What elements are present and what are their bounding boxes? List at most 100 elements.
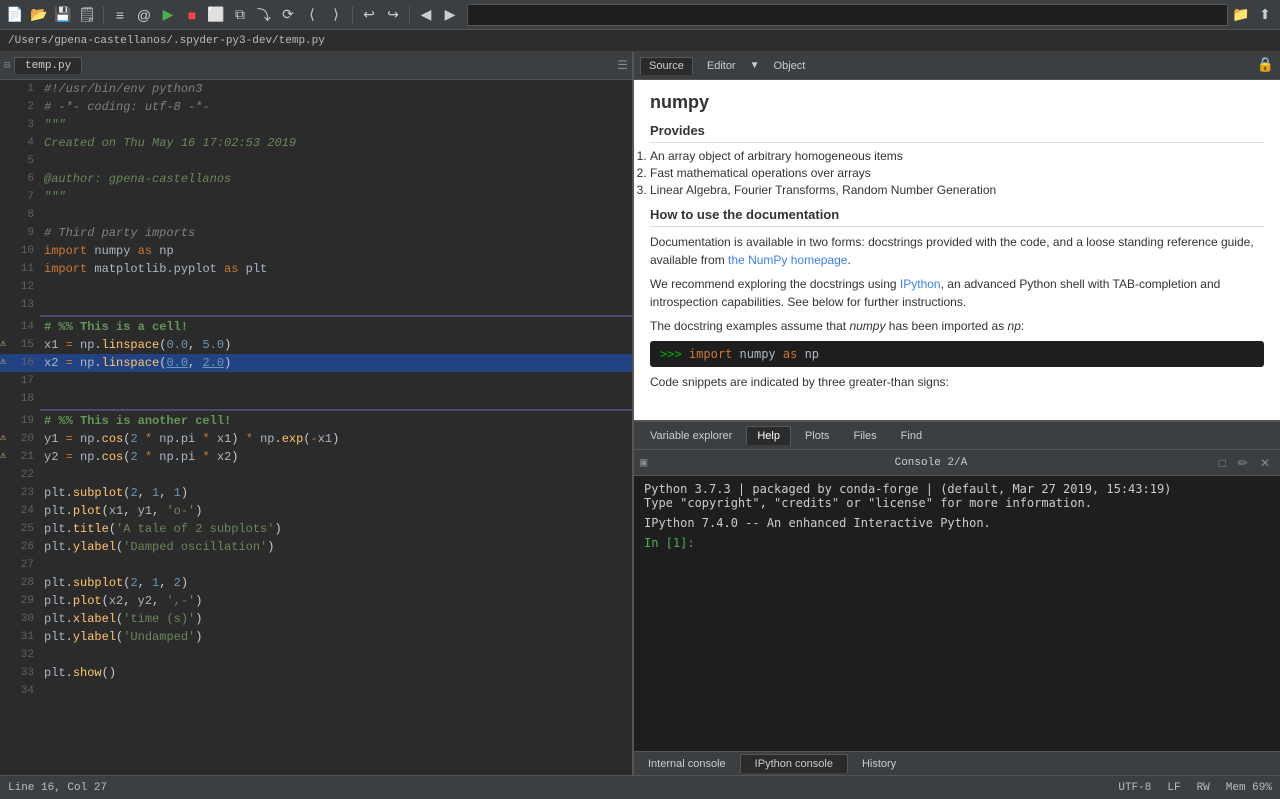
- table-row: 6 @author: gpena-castellanos: [0, 170, 632, 188]
- up-button[interactable]: ⬆: [1254, 4, 1276, 26]
- copyright-info: Type "copyright", "credits" or "license"…: [644, 496, 1270, 510]
- line-code: Created on Thu May 16 17:02:53 2019: [40, 134, 626, 152]
- table-row: 9 # Third party imports: [0, 224, 632, 242]
- code-editor[interactable]: 1 #!/usr/bin/env python3 2 # -*- coding:…: [0, 80, 632, 775]
- table-row: 4 Created on Thu May 16 17:02:53 2019: [0, 134, 632, 152]
- line-number: 31: [0, 628, 40, 646]
- table-row: 18: [0, 390, 632, 408]
- editor-tab-menu[interactable]: ☰: [617, 58, 628, 73]
- nav-left[interactable]: ⟨: [301, 4, 323, 26]
- line-code: [40, 278, 626, 296]
- line-code: import numpy as np: [40, 242, 626, 260]
- bottom-tabs: Internal console IPython console History: [634, 751, 1280, 775]
- tab-history[interactable]: History: [848, 755, 910, 773]
- console-edit-btn[interactable]: ✏: [1234, 455, 1252, 471]
- line-number: 14: [0, 318, 40, 336]
- line-number: 32: [0, 646, 40, 664]
- open-file-button[interactable]: 📂: [28, 4, 50, 26]
- line-number: 34: [0, 682, 40, 700]
- table-row: 25 plt.title('A tale of 2 subplots'): [0, 520, 632, 538]
- console-panel: ▣ Console 2/A □ ✏ ✕ Python 3.7.3 | packa…: [634, 450, 1280, 751]
- back-button[interactable]: ◀: [415, 4, 437, 26]
- tab-object[interactable]: Object: [766, 58, 814, 74]
- line-number: 11: [0, 260, 40, 278]
- line-code: plt.plot(x2, y2, ',-'): [40, 592, 626, 610]
- debug-button[interactable]: ⬜: [205, 4, 227, 26]
- para1: Documentation is available in two forms:…: [650, 233, 1264, 269]
- save-all-button[interactable]: 🗒: [76, 4, 98, 26]
- line-code: [40, 646, 626, 664]
- tab-ipython-console[interactable]: IPython console: [740, 754, 848, 773]
- forward-button[interactable]: ▶: [439, 4, 461, 26]
- run-button[interactable]: ▶: [157, 4, 179, 26]
- console-white-btn[interactable]: □: [1215, 455, 1230, 471]
- editor-dropdown[interactable]: ▼: [750, 60, 760, 71]
- console-close-btn[interactable]: ✕: [1256, 455, 1274, 471]
- path-input[interactable]: /Users/gpena-castellanos/.spyder-py3-dev: [467, 4, 1228, 26]
- at-button[interactable]: @: [133, 4, 155, 26]
- status-mode: RW: [1197, 782, 1210, 794]
- line-number: 10: [0, 242, 40, 260]
- ipython-link[interactable]: IPython: [900, 277, 941, 291]
- undo-button[interactable]: ↩: [358, 4, 380, 26]
- line-code: y2 = np.cos(2 * np.pi * x2): [40, 448, 626, 466]
- code-prompt: >>>: [660, 347, 682, 361]
- status-encoding: UTF-8: [1118, 782, 1151, 794]
- status-eol: LF: [1167, 782, 1180, 794]
- table-row: 23 plt.subplot(2, 1, 1): [0, 484, 632, 502]
- step-button[interactable]: ⤵: [253, 4, 275, 26]
- cell-separator: [40, 315, 632, 317]
- redo-button[interactable]: ↪: [382, 4, 404, 26]
- stop-button[interactable]: ■: [181, 4, 203, 26]
- nav-right[interactable]: ⟩: [325, 4, 347, 26]
- line-number: 22: [0, 466, 40, 484]
- table-row: 14 # %% This is a cell!: [0, 318, 632, 336]
- tab-internal-console[interactable]: Internal console: [634, 755, 740, 773]
- numpy-link[interactable]: the NumPy homepage: [728, 253, 847, 267]
- tab-source[interactable]: Source: [640, 57, 693, 75]
- browse-button[interactable]: 📁: [1230, 4, 1252, 26]
- tab-find[interactable]: Find: [891, 427, 932, 445]
- table-row: 29 plt.plot(x2, y2, ',-'): [0, 592, 632, 610]
- list-item: Linear Algebra, Fourier Transforms, Rand…: [650, 183, 1264, 197]
- tab-plots[interactable]: Plots: [795, 427, 839, 445]
- line-code: [40, 296, 626, 314]
- tab-files[interactable]: Files: [843, 427, 886, 445]
- line-code: plt.ylabel('Undamped'): [40, 628, 626, 646]
- table-row: 12: [0, 278, 632, 296]
- debug2-button[interactable]: ⧉: [229, 4, 251, 26]
- tab-help[interactable]: Help: [746, 426, 791, 445]
- line-code: @author: gpena-castellanos: [40, 170, 626, 188]
- cell-button[interactable]: ⟳: [277, 4, 299, 26]
- list-button[interactable]: ≡: [109, 4, 131, 26]
- main-toolbar: 📄 📂 💾 🗒 ≡ @ ▶ ■ ⬜ ⧉ ⤵ ⟳ ⟨ ⟩ ↩ ↪ ◀ ▶ /Use…: [0, 0, 1280, 30]
- para3: The docstring examples assume that numpy…: [650, 317, 1264, 335]
- para2: We recommend exploring the docstrings us…: [650, 275, 1264, 311]
- table-row: 11 import matplotlib.pyplot as plt: [0, 260, 632, 278]
- line-number: 26: [0, 538, 40, 556]
- editor-tab-temp-py[interactable]: temp.py: [14, 57, 82, 74]
- console-content: Python 3.7.3 | packaged by conda-forge |…: [634, 476, 1280, 751]
- help-toolbar: Source Editor ▼ Object 🔒: [634, 52, 1280, 80]
- table-row: 30 plt.xlabel('time (s)'): [0, 610, 632, 628]
- line-code: import matplotlib.pyplot as plt: [40, 260, 626, 278]
- line-number: 9: [0, 224, 40, 242]
- line-number: 13: [0, 296, 40, 314]
- lock-icon: 🔒: [1257, 57, 1274, 74]
- filepath-text: /Users/gpena-castellanos/.spyder-py3-dev…: [8, 35, 325, 47]
- line-code: # -*- coding: utf-8 -*-: [40, 98, 626, 116]
- right-panel: Source Editor ▼ Object 🔒 numpy Provides …: [634, 52, 1280, 775]
- save-file-button[interactable]: 💾: [52, 4, 74, 26]
- separator-1: [103, 6, 104, 24]
- help-title: numpy: [650, 92, 1264, 113]
- table-row: 19 # %% This is another cell!: [0, 412, 632, 430]
- table-row: 5: [0, 152, 632, 170]
- tab-editor[interactable]: Editor: [699, 58, 744, 74]
- table-row: 34: [0, 682, 632, 700]
- list-item: Fast mathematical operations over arrays: [650, 166, 1264, 180]
- new-file-button[interactable]: 📄: [4, 4, 26, 26]
- line-code: """: [40, 116, 626, 134]
- line-code: """: [40, 188, 626, 206]
- tab-variable-explorer[interactable]: Variable explorer: [640, 427, 742, 445]
- line-number: 7: [0, 188, 40, 206]
